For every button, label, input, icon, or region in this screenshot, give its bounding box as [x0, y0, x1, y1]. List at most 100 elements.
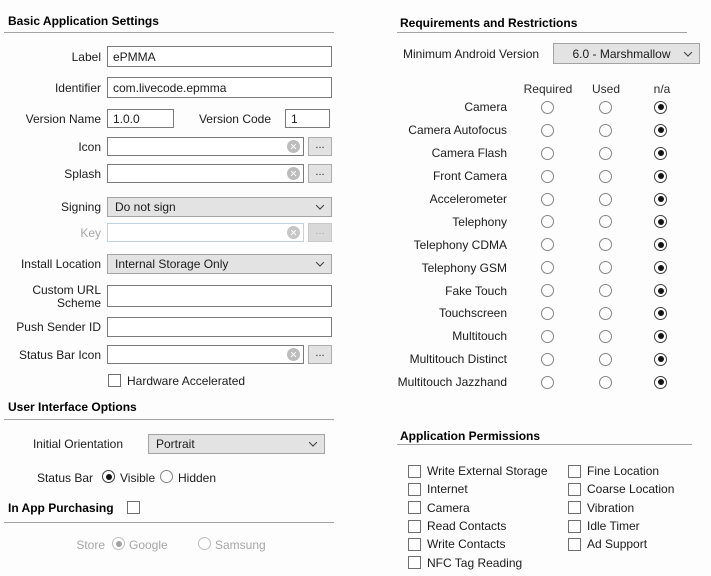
requirement-used-radio[interactable]: [599, 353, 612, 366]
requirement-label: Telephony GSM: [380, 261, 507, 275]
requirement-required-radio[interactable]: [541, 261, 554, 274]
identifier-field-label: Identifier: [0, 81, 101, 95]
requirement-used-radio[interactable]: [599, 124, 612, 137]
requirement-required-radio[interactable]: [541, 284, 554, 297]
identifier-input[interactable]: [107, 77, 332, 98]
status-bar-hidden-radio[interactable]: [160, 470, 173, 483]
requirement-na-radio[interactable]: [654, 101, 667, 114]
status-bar-icon-browse-button[interactable]: ...: [308, 345, 332, 364]
permission-checkbox[interactable]: [408, 501, 421, 514]
requirement-required-radio[interactable]: [541, 238, 554, 251]
section-divider: [397, 444, 692, 445]
requirement-used-radio[interactable]: [599, 193, 612, 206]
requirement-na-radio[interactable]: [654, 215, 667, 228]
requirement-na-radio[interactable]: [654, 330, 667, 343]
requirement-required-radio[interactable]: [541, 353, 554, 366]
initial-orientation-label: Initial Orientation: [22, 437, 123, 451]
in-app-purchasing-checkbox[interactable]: [127, 501, 140, 514]
status-bar-label: Status Bar: [0, 471, 93, 485]
requirement-used-radio[interactable]: [599, 101, 612, 114]
splash-input[interactable]: [107, 164, 304, 183]
splash-browse-button[interactable]: ...: [308, 164, 332, 183]
permission-label: Internet: [427, 482, 468, 496]
permission-checkbox[interactable]: [408, 520, 421, 533]
permission-checkbox[interactable]: [568, 483, 581, 496]
requirement-na-radio[interactable]: [654, 238, 667, 251]
status-bar-visible-radio[interactable]: [102, 470, 115, 483]
initial-orientation-select-value: Portrait: [156, 437, 195, 451]
requirement-na-radio[interactable]: [654, 376, 667, 389]
requirement-na-radio[interactable]: [654, 193, 667, 206]
requirement-na-radio[interactable]: [654, 261, 667, 274]
hardware-accelerated-checkbox[interactable]: [108, 374, 121, 387]
icon-clear-icon[interactable]: [287, 140, 300, 153]
version-code-input[interactable]: [285, 109, 330, 128]
requirement-required-radio[interactable]: [541, 124, 554, 137]
requirement-used-radio[interactable]: [599, 284, 612, 297]
permission-item: Coarse Location: [568, 480, 674, 498]
requirement-na-radio[interactable]: [654, 307, 667, 320]
requirement-na-radio[interactable]: [654, 147, 667, 160]
label-input[interactable]: [107, 46, 332, 67]
permission-label: Camera: [427, 501, 470, 515]
requirement-label: Telephony CDMA: [380, 238, 507, 252]
permission-checkbox[interactable]: [408, 465, 421, 478]
permissions-left-column: Write External Storage Internet Camera R…: [408, 462, 548, 572]
requirement-row: Telephony: [380, 210, 690, 233]
permission-item: Idle Timer: [568, 517, 674, 535]
permission-label: Fine Location: [587, 464, 659, 478]
requirement-na-radio[interactable]: [654, 353, 667, 366]
signing-select[interactable]: Do not sign: [107, 197, 332, 217]
section-divider: [4, 419, 334, 420]
permission-checkbox[interactable]: [408, 538, 421, 551]
requirement-used-radio[interactable]: [599, 307, 612, 320]
requirement-na-radio[interactable]: [654, 284, 667, 297]
permission-checkbox[interactable]: [408, 556, 421, 569]
permission-checkbox[interactable]: [568, 538, 581, 551]
install-location-select[interactable]: Internal Storage Only: [107, 254, 332, 274]
requirement-row: Camera Autofocus: [380, 119, 690, 142]
permission-checkbox[interactable]: [568, 520, 581, 533]
requirement-required-radio[interactable]: [541, 147, 554, 160]
custom-url-scheme-input[interactable]: [107, 285, 332, 307]
splash-clear-icon[interactable]: [287, 167, 300, 180]
initial-orientation-select[interactable]: Portrait: [148, 434, 325, 454]
install-location-select-value: Internal Storage Only: [115, 257, 228, 271]
permission-checkbox[interactable]: [408, 483, 421, 496]
permission-checkbox[interactable]: [568, 465, 581, 478]
requirement-na-radio[interactable]: [654, 124, 667, 137]
requirement-used-radio[interactable]: [599, 261, 612, 274]
requirement-row: Front Camera: [380, 165, 690, 188]
permissions-header: Application Permissions: [400, 429, 540, 443]
requirement-used-radio[interactable]: [599, 147, 612, 160]
requirement-used-radio[interactable]: [599, 170, 612, 183]
icon-browse-button[interactable]: ...: [308, 137, 332, 156]
requirement-required-radio[interactable]: [541, 376, 554, 389]
requirement-required-radio[interactable]: [541, 307, 554, 320]
requirement-required-radio[interactable]: [541, 170, 554, 183]
version-code-label: Version Code: [170, 112, 271, 126]
permission-item: Ad Support: [568, 535, 674, 553]
requirement-required-radio[interactable]: [541, 215, 554, 228]
permission-checkbox[interactable]: [568, 501, 581, 514]
chevron-down-icon: [309, 438, 317, 446]
requirement-required-radio[interactable]: [541, 101, 554, 114]
push-sender-id-input[interactable]: [107, 317, 332, 337]
requirement-used-radio[interactable]: [599, 376, 612, 389]
requirement-required-radio[interactable]: [541, 193, 554, 206]
requirement-used-radio[interactable]: [599, 330, 612, 343]
requirement-label: Camera: [380, 100, 507, 114]
permission-label: Vibration: [587, 501, 634, 515]
min-android-version-select[interactable]: 6.0 - Marshmallow: [553, 43, 700, 64]
install-location-label: Install Location: [0, 257, 101, 271]
requirement-used-radio[interactable]: [599, 215, 612, 228]
status-bar-icon-input[interactable]: [107, 345, 304, 364]
splash-field-label: Splash: [0, 167, 101, 181]
version-name-input[interactable]: [107, 109, 174, 128]
requirement-na-radio[interactable]: [654, 170, 667, 183]
requirement-required-radio[interactable]: [541, 330, 554, 343]
icon-input[interactable]: [107, 137, 304, 156]
android-standalone-settings-panel: Basic Application Settings Label Identif…: [0, 0, 711, 576]
status-bar-icon-clear-icon[interactable]: [287, 348, 300, 361]
requirement-used-radio[interactable]: [599, 238, 612, 251]
